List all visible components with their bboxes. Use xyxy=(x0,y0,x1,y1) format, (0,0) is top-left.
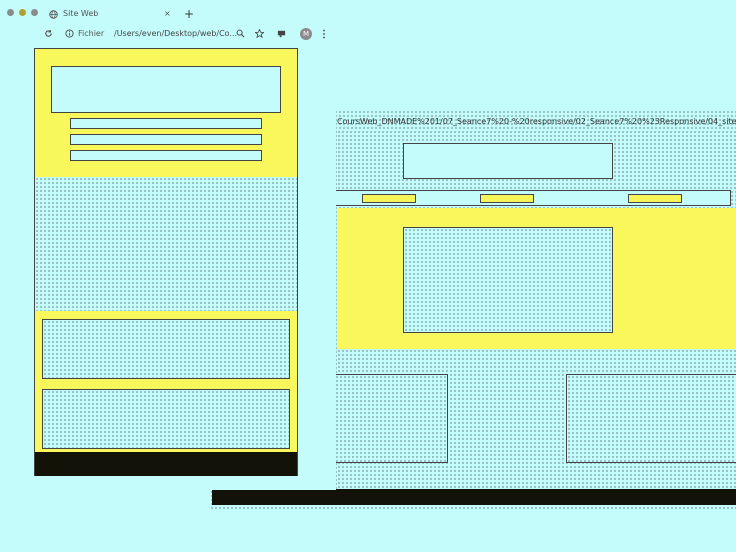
desktop-logo-block xyxy=(403,143,613,179)
zoom-icon[interactable] xyxy=(236,24,245,44)
close-window-button[interactable] xyxy=(7,9,14,16)
mobile-card-2 xyxy=(42,389,290,449)
mobile-nav-link-2[interactable] xyxy=(70,134,262,145)
profile-avatar[interactable]: M xyxy=(300,28,312,40)
desktop-nav-link-2[interactable] xyxy=(480,194,534,203)
scheme-label: Fichier xyxy=(78,29,105,38)
desktop-card-1 xyxy=(330,374,448,463)
tab-site-web[interactable] xyxy=(41,4,181,24)
mobile-footer xyxy=(35,452,297,476)
new-tab-button[interactable]: + xyxy=(184,4,194,24)
desktop-footer xyxy=(212,489,736,505)
desktop-hero-image-block xyxy=(403,227,613,333)
maximize-window-button[interactable] xyxy=(31,9,38,16)
desktop-nav-link-1[interactable] xyxy=(362,194,416,203)
minimize-window-button[interactable] xyxy=(19,9,26,16)
desktop-card-2 xyxy=(566,374,736,463)
desktop-nav-link-3[interactable] xyxy=(628,194,682,203)
mobile-hero-section xyxy=(35,177,297,311)
star-icon[interactable] xyxy=(254,24,265,44)
mobile-logo-block xyxy=(51,66,281,113)
mobile-card-1 xyxy=(42,319,290,379)
mobile-nav-link-1[interactable] xyxy=(70,118,262,129)
address-bar[interactable]: /Users/even/Desktop/web/Co... xyxy=(114,24,237,44)
mobile-nav-link-3[interactable] xyxy=(70,150,262,161)
globe-icon xyxy=(49,10,58,19)
reload-icon[interactable] xyxy=(44,24,53,44)
menu-kebab-icon[interactable] xyxy=(322,24,326,44)
desktop-url-text: CoursWeb_DNMADE%201/07_Seance7%20-%20res… xyxy=(337,117,736,126)
info-icon[interactable] xyxy=(65,24,74,44)
tab-title: Site Web xyxy=(63,9,99,18)
extension-icon[interactable] xyxy=(277,24,286,44)
tab-close-icon[interactable]: × xyxy=(164,4,171,24)
